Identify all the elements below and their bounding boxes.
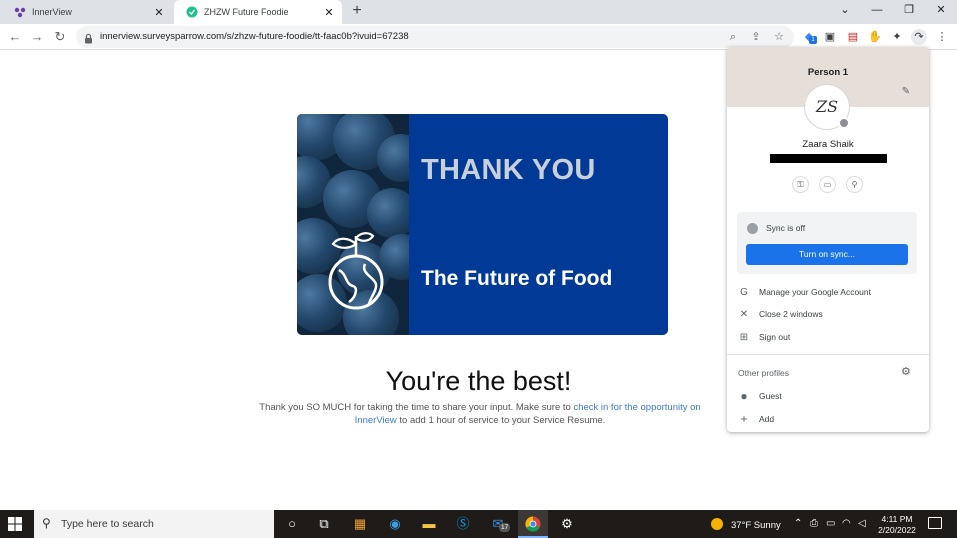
save-page-extension-icon[interactable]: ▣ (822, 29, 838, 45)
tab-close-icon[interactable]: ✕ (322, 6, 336, 19)
zoom-icon[interactable]: ⌕ (726, 30, 740, 44)
turn-on-sync-button[interactable]: Turn on sync... (746, 244, 908, 265)
cortana-icon[interactable]: ○ (282, 514, 302, 534)
thank-you-message: Thank you SO MUCH for taking the time to… (240, 402, 720, 427)
taskbar-search-box[interactable]: ⚲ Type here to search (34, 510, 274, 538)
reload-icon[interactable]: ↻ (51, 28, 69, 46)
menu-item-label: Sign out (759, 332, 791, 342)
edit-pencil-icon[interactable]: ✎ (900, 86, 912, 98)
manage-profiles-gear-icon[interactable]: ⚙ (901, 365, 911, 378)
add-profile-item[interactable]: + Add (727, 408, 929, 430)
mail-icon[interactable]: ✉ 17 (488, 514, 511, 534)
surveysparrow-favicon-icon (186, 6, 198, 18)
menu-item-label: Manage your Google Account (759, 287, 871, 297)
edge-icon[interactable]: ◉ (385, 514, 405, 534)
puzzle-extensions-icon[interactable]: ✦ (889, 29, 905, 45)
passwords-key-icon[interactable]: ⚿ (792, 176, 809, 193)
close-windows-item[interactable]: ✕ Close 2 windows (727, 303, 929, 325)
profile-label: Person 1 (807, 67, 849, 78)
sign-out-icon: ⊞ (739, 331, 749, 343)
store-icon[interactable]: ▦ (350, 514, 370, 534)
media-extension-icon[interactable]: ▤ (845, 29, 861, 45)
settings-gear-icon[interactable]: ⚙ (557, 514, 577, 534)
message-text: Thank you SO MUCH for taking the time to… (259, 402, 574, 413)
task-view-icon[interactable]: ⧉ (314, 514, 334, 534)
tab-innerview[interactable]: InnerView ✕ (2, 0, 172, 24)
google-icon: G (740, 286, 748, 298)
profile-button[interactable]: ↷ (911, 29, 927, 45)
profile-menu: Person 1 ✎ ZS Zaara Shaik ⚿ ▭ ⚲ Sync is … (727, 47, 929, 432)
addresses-pin-icon[interactable]: ⚲ (846, 176, 863, 193)
tab-title: ZHZW Future Foodie (204, 7, 289, 17)
extension-icon[interactable]: ◆ 1 (801, 29, 817, 45)
thank-you-banner: THANK YOU The Future of Food (297, 114, 668, 335)
weather-text: 37°F Sunny (731, 520, 781, 531)
show-hidden-icons-chevron-icon[interactable]: ⌃ (794, 518, 802, 529)
extension-badge: 1 (809, 36, 817, 44)
tab-title: InnerView (32, 7, 72, 17)
windows-taskbar: ⚲ Type here to search ○ ⧉ ▦ ◉ ▬ Ⓢ ✉ 17 ⚙… (0, 510, 957, 538)
sun-icon (711, 518, 723, 530)
menu-item-label: Close 2 windows (759, 309, 823, 319)
guest-profile-item[interactable]: ● Guest (727, 385, 929, 407)
bookmark-star-icon[interactable]: ☆ (772, 30, 786, 44)
banner-subheading: The Future of Food (421, 267, 613, 290)
close-window-icon[interactable]: ✕ (926, 0, 956, 22)
minimize-icon[interactable]: — (862, 0, 892, 22)
address-bar[interactable]: innerview.surveysparrow.com/s/zhzw-futur… (76, 26, 794, 48)
clock[interactable]: 4:11 PM 2/20/2022 (874, 514, 920, 536)
page-title: You're the best! (385, 366, 572, 396)
close-icon: ✕ (739, 308, 749, 320)
divider (727, 354, 929, 355)
lock-icon[interactable] (84, 31, 93, 49)
innerview-favicon-icon (14, 6, 26, 18)
blueberries-image (297, 114, 409, 335)
search-placeholder: Type here to search (61, 518, 154, 530)
redacted-email (770, 154, 887, 163)
search-icon: ⚲ (42, 516, 51, 530)
chevron-down-icon[interactable]: ⌄ (830, 0, 860, 22)
new-tab-button[interactable]: + (348, 2, 366, 20)
menu-item-label: Guest (759, 391, 782, 401)
payment-card-icon[interactable]: ▭ (819, 176, 836, 193)
notifications-icon[interactable] (928, 517, 942, 529)
battery-icon[interactable]: ▭ (826, 518, 835, 529)
sync-card: Sync is off Turn on sync... (737, 212, 917, 274)
meet-now-icon[interactable]: ⎙ (810, 518, 818, 529)
message-text: to add 1 hour of service to your Service… (396, 414, 606, 426)
weather-widget[interactable]: 37°F Sunny (711, 518, 781, 531)
clock-date: 2/20/2022 (878, 525, 916, 535)
clock-time: 4:11 PM (881, 514, 913, 524)
menu-item-label: Add (759, 414, 775, 424)
url-text[interactable]: innerview.surveysparrow.com/s/zhzw-futur… (100, 31, 409, 42)
other-profiles-label: Other profiles (738, 368, 790, 378)
tab-strip: InnerView ✕ ZHZW Future Foodie ✕ + ⌄ — ❐… (0, 0, 957, 24)
windows-start-icon[interactable] (8, 517, 22, 531)
share-icon[interactable]: ⇪ (749, 30, 763, 44)
forward-icon[interactable]: → (28, 28, 46, 46)
more-menu-icon[interactable]: ⋮ (934, 29, 950, 45)
user-name: Zaara Shaik (802, 139, 854, 150)
skype-icon[interactable]: Ⓢ (453, 514, 473, 534)
guest-icon: ● (740, 389, 748, 403)
tab-close-icon[interactable]: ✕ (152, 6, 166, 19)
back-icon[interactable]: ← (6, 28, 24, 46)
file-explorer-icon[interactable]: ▬ (419, 514, 439, 534)
restore-icon[interactable]: ❐ (894, 0, 924, 22)
mail-badge: 17 (499, 523, 511, 532)
manage-google-account-item[interactable]: G Manage your Google Account (727, 281, 929, 303)
sync-off-icon (747, 223, 758, 234)
banner-heading: THANK YOU (421, 154, 596, 186)
avatar-sync-badge-icon (838, 117, 850, 129)
tab-zhzw-future-foodie[interactable]: ZHZW Future Foodie ✕ (174, 0, 342, 24)
chrome-icon[interactable] (523, 514, 543, 534)
sign-out-item[interactable]: ⊞ Sign out (727, 326, 929, 348)
wifi-icon[interactable]: ◠ (842, 518, 851, 529)
globe-sprout-icon (328, 232, 384, 310)
sync-status: Sync is off (766, 223, 806, 233)
add-icon: + (740, 412, 748, 426)
hand-extension-icon[interactable]: ✋ (867, 29, 883, 45)
volume-icon[interactable]: ◁ (858, 518, 866, 529)
